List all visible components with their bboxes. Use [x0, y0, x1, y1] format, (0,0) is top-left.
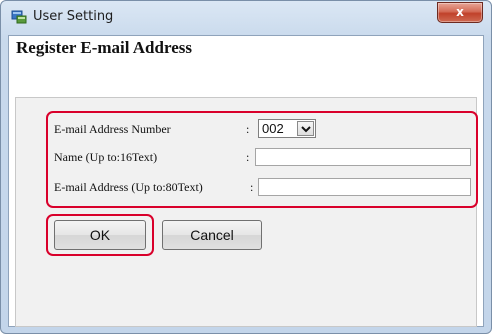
name-colon: : — [246, 150, 250, 164]
email-number-label: E-mail Address Number — [54, 122, 171, 136]
dropdown-button[interactable] — [297, 121, 314, 136]
ok-button[interactable]: OK — [54, 220, 146, 250]
close-button[interactable]: x — [437, 2, 483, 23]
name-input[interactable] — [255, 148, 471, 166]
title-bar[interactable]: User Setting x — [1, 1, 491, 35]
email-number-value: 002 — [262, 121, 284, 136]
email-address-input[interactable] — [258, 178, 471, 196]
name-label: Name (Up to:16Text) — [54, 150, 158, 164]
email-address-colon: : — [250, 180, 254, 194]
window-title: User Setting — [33, 9, 114, 24]
email-number-colon: : — [246, 122, 250, 136]
user-setting-icon — [11, 10, 27, 24]
close-icon: x — [456, 5, 464, 19]
page-title: Register E-mail Address — [16, 38, 192, 57]
email-number-select[interactable]: 002 — [258, 119, 316, 138]
chevron-down-icon — [301, 126, 311, 133]
cancel-button[interactable]: Cancel — [162, 220, 262, 250]
email-address-label: E-mail Address (Up to:80Text) — [54, 180, 203, 194]
